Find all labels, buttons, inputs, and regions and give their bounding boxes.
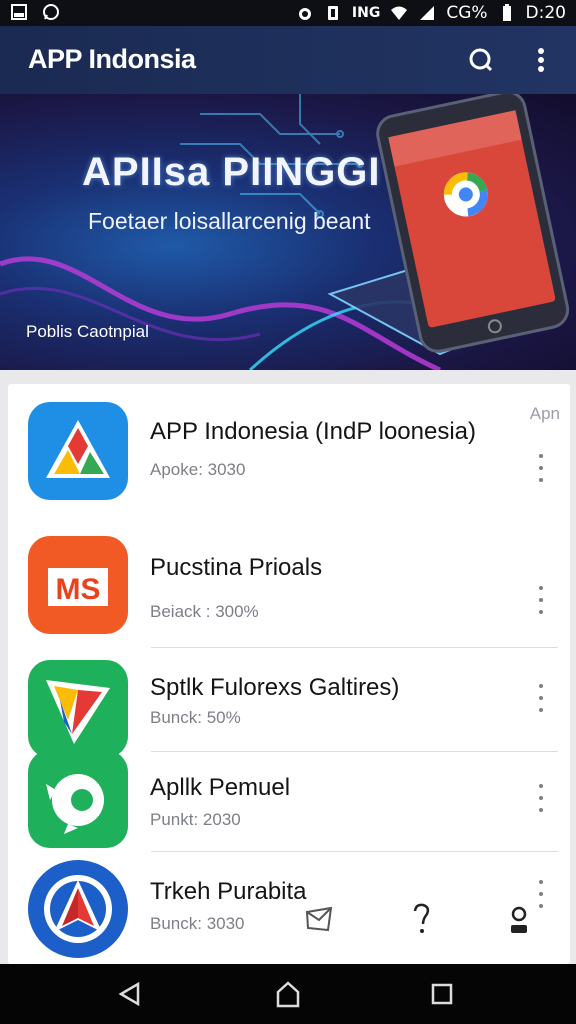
item-menu-icon[interactable]: [534, 586, 548, 614]
app-meta: Bunck: 3030: [150, 914, 245, 933]
app-name: Apllk Pemuel: [150, 774, 291, 801]
back-icon[interactable]: [116, 980, 144, 1008]
svg-text:MS: MS: [56, 573, 101, 606]
recents-icon[interactable]: [428, 980, 456, 1008]
list-item[interactable]: Sptlk Fulorexs Galtires) Bunck: 50%: [8, 648, 570, 758]
account-icon[interactable]: [506, 904, 532, 936]
triangle-logo-icon: [28, 402, 128, 500]
app-name: Sptlk Fulorexs Galtires): [150, 674, 400, 701]
mail-icon[interactable]: [304, 904, 334, 934]
app-meta: Apoke: 3030: [150, 460, 246, 479]
gallery-icon: [11, 4, 27, 20]
battery-percent: CG%: [446, 3, 488, 23]
ms-logo-icon: MS: [28, 536, 128, 634]
banner-subtitle: Foetaer loisallarcenig beant: [88, 208, 371, 234]
item-menu-icon[interactable]: [534, 454, 548, 482]
status-bar: ING CG% D:20: [0, 0, 576, 26]
list-item[interactable]: APP Indonesia (IndP loonesia) Apoke: 303…: [8, 384, 570, 522]
search-icon[interactable]: [465, 44, 497, 76]
system-nav-bar: [0, 964, 576, 1024]
list-item[interactable]: MS Pucstina Prioals Beiack : 300%: [8, 522, 570, 648]
app-bar: APP Indonsia: [0, 26, 576, 94]
app-meta: Beiack : 300%: [150, 602, 259, 621]
app-name: Pucstina Prioals: [150, 554, 323, 581]
arrow-logo-icon: [28, 860, 128, 958]
network-label: ING: [351, 5, 381, 21]
battery-icon: [502, 4, 511, 21]
item-menu-icon[interactable]: [534, 880, 548, 908]
promo-banner[interactable]: APIIsa PIINGGI Foetaer loisallarcenig be…: [0, 94, 576, 370]
list-item[interactable]: Apllk Pemuel Punkt: 2030: [8, 750, 570, 852]
overflow-menu-icon[interactable]: [525, 44, 557, 76]
item-menu-icon[interactable]: [534, 784, 548, 812]
whatsapp-icon: [43, 4, 59, 20]
app-meta: Punkt: 2030: [150, 810, 241, 829]
banner-title: APIIsa PIINGGI: [82, 150, 381, 194]
app-list: Apn APP Indonesia (IndP loonesia) Apoke:…: [8, 384, 570, 964]
alarm-icon: [298, 8, 311, 20]
app-meta: Bunck: 50%: [150, 708, 241, 727]
clock: D:20: [525, 3, 566, 23]
app-name: APP Indonesia (IndP loonesia): [150, 418, 477, 445]
gear-bird-logo-icon: [28, 750, 128, 848]
wifi-icon: [391, 6, 408, 20]
app-title: APP Indonsia: [28, 44, 196, 74]
play-logo-icon: [28, 660, 128, 758]
app-name: Trkeh Purabita: [150, 878, 307, 905]
home-icon[interactable]: [274, 980, 302, 1008]
vibrate-icon: [327, 6, 338, 20]
list-item[interactable]: Trkeh Purabita Bunck: 3030: [8, 852, 570, 964]
signal-icon: [420, 6, 435, 20]
item-menu-icon[interactable]: [534, 684, 548, 712]
help-icon[interactable]: [410, 902, 434, 936]
banner-caption: Poblis Caotnpial: [26, 322, 149, 341]
